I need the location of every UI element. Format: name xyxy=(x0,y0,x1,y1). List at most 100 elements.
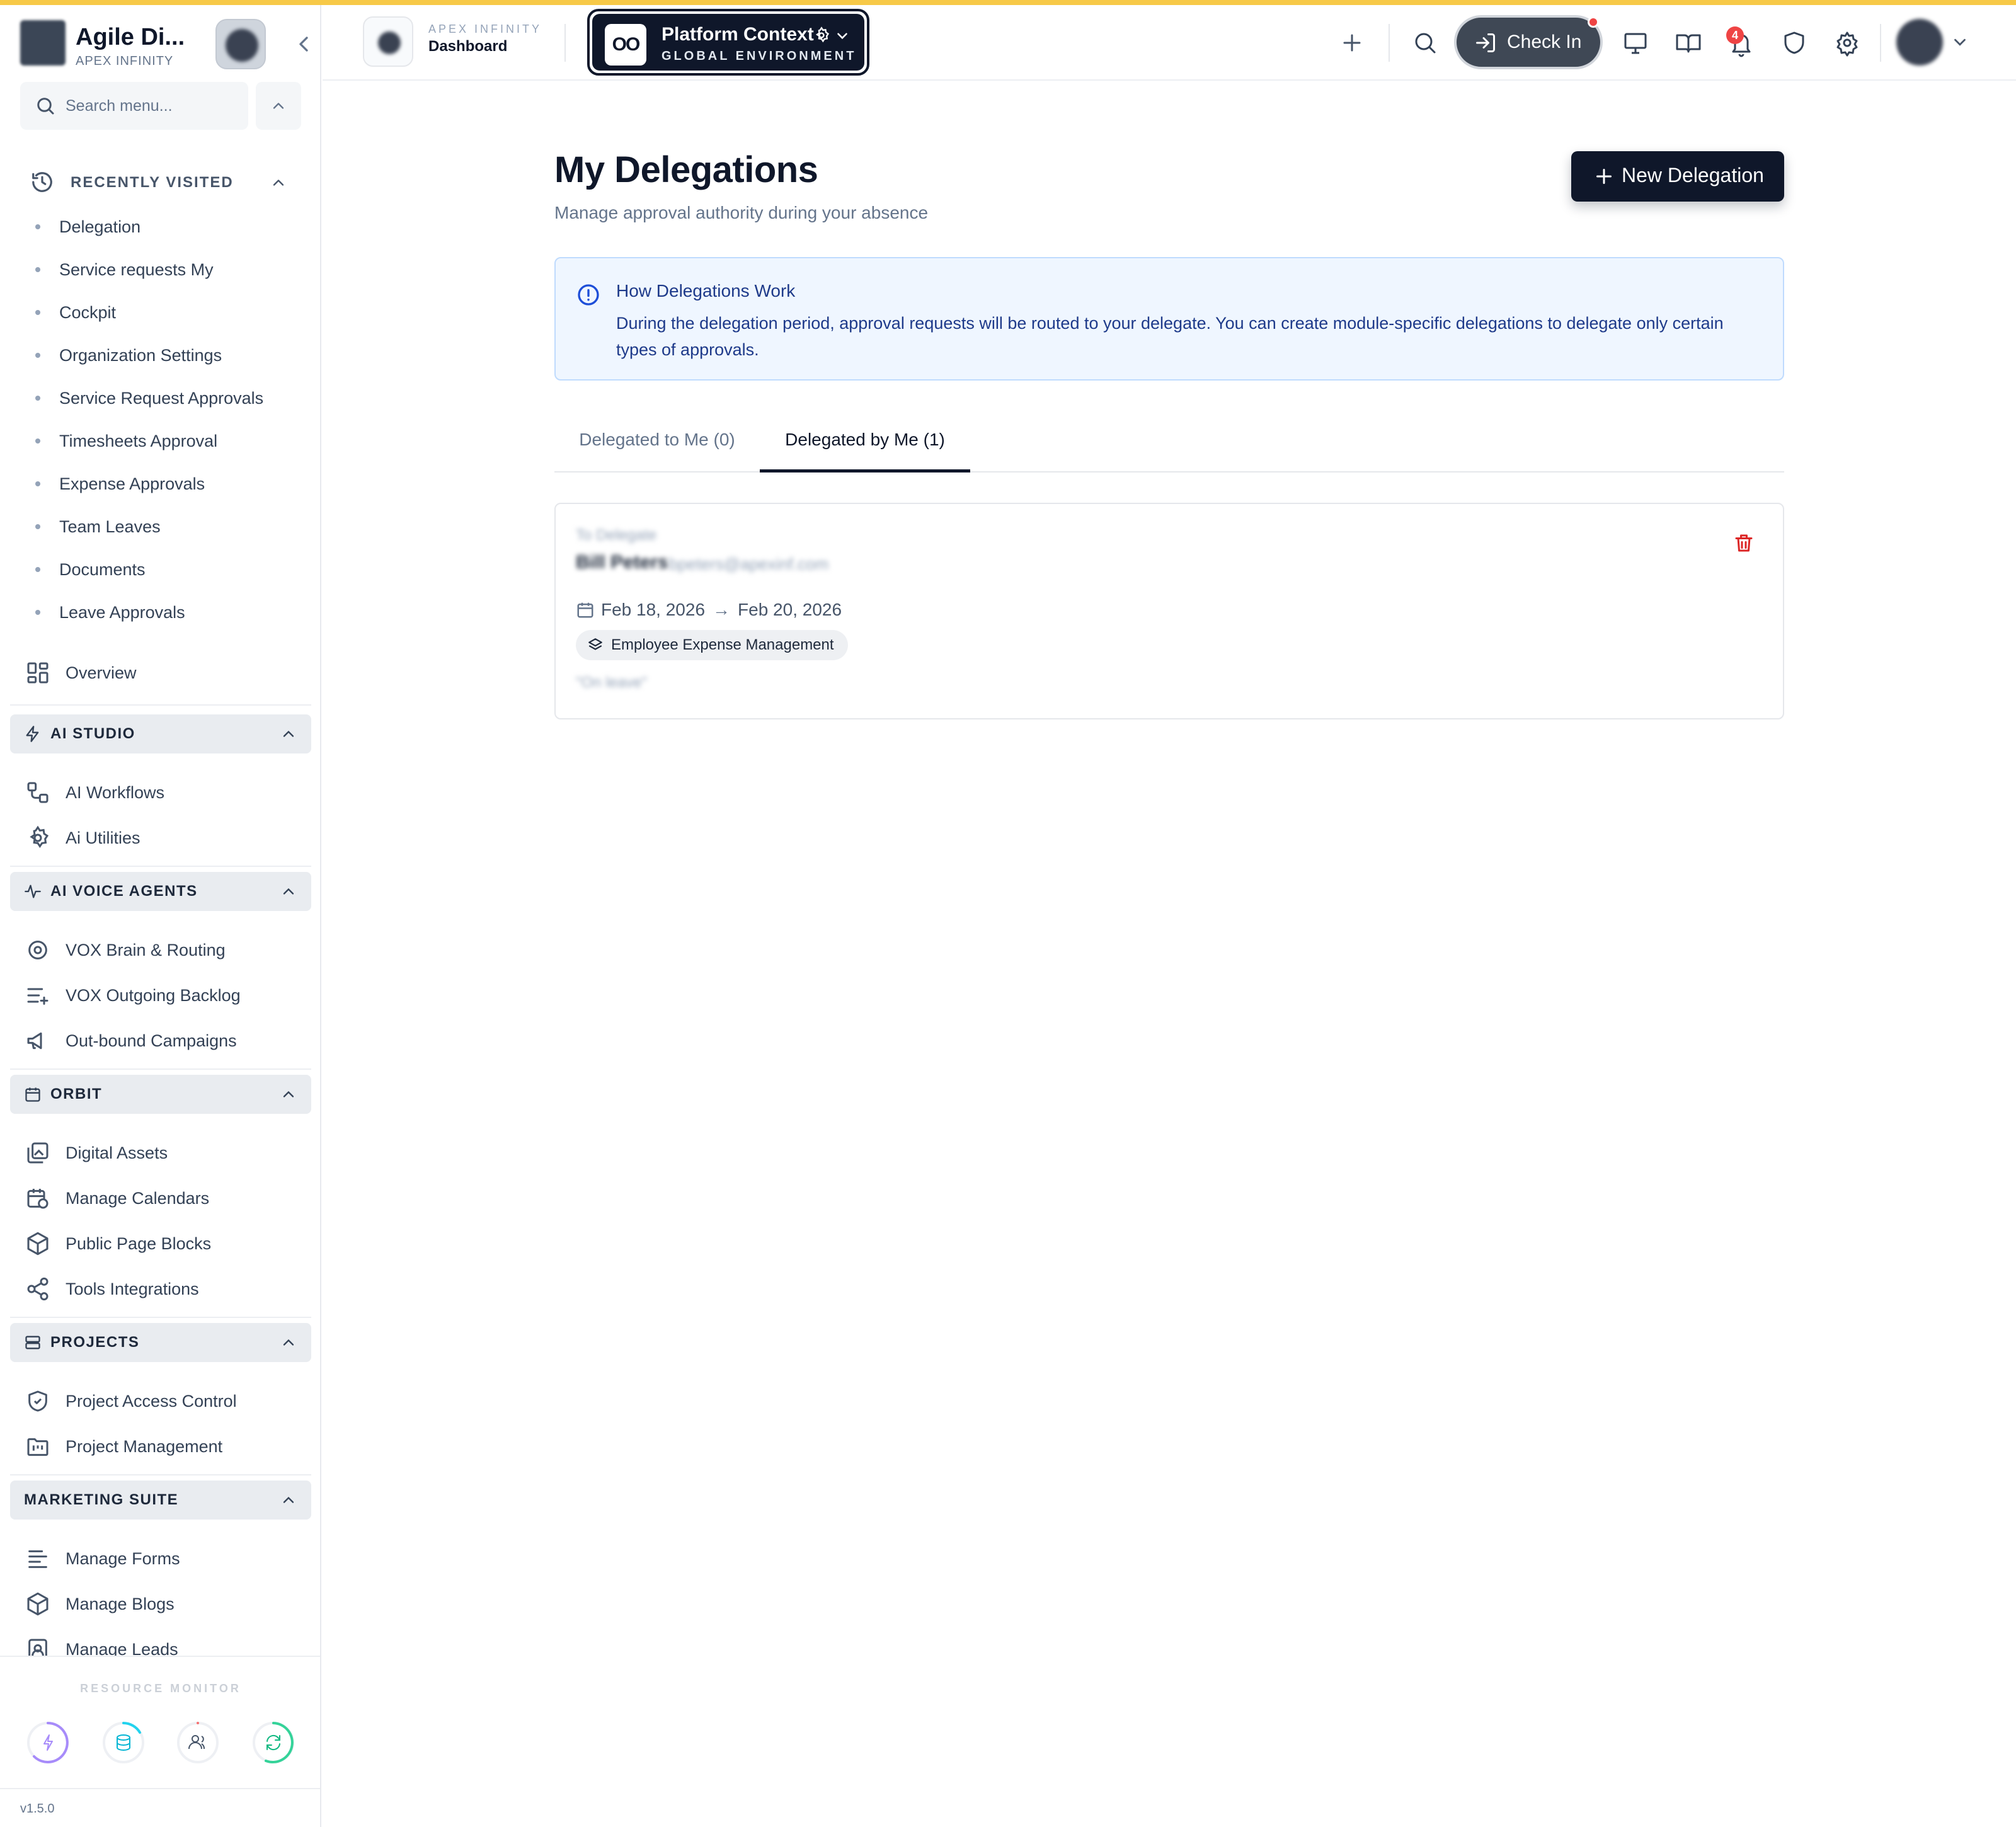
user-menu-toggle[interactable] xyxy=(1950,33,1969,52)
recent-item-label: Team Leaves xyxy=(59,517,161,536)
divider xyxy=(1389,24,1390,62)
calendar-icon xyxy=(576,600,595,619)
recent-item-label: Timesheets Approval xyxy=(59,431,218,450)
add-button[interactable] xyxy=(1333,24,1371,62)
display-button[interactable] xyxy=(1617,24,1654,62)
delegate-name: Bill Peters xyxy=(576,552,668,573)
section-ai-studio[interactable]: AI STUDIO xyxy=(10,714,311,753)
sync-gauge[interactable] xyxy=(251,1720,296,1765)
org-avatar[interactable] xyxy=(215,19,266,69)
recent-item-label: Service requests My xyxy=(59,260,214,279)
recent-item-expense-approvals[interactable]: Expense Approvals xyxy=(30,462,295,505)
monitor-icon xyxy=(1624,33,1647,54)
workspace-title[interactable]: Dashboard xyxy=(428,38,507,55)
docs-button[interactable] xyxy=(1670,24,1707,62)
delegation-note: "On leave" xyxy=(576,674,648,691)
sidebar-item-ai-utilities[interactable]: Ai Utilities xyxy=(25,818,302,858)
box-icon xyxy=(25,1231,50,1256)
brand[interactable]: Agile Di... APEX INFINITY xyxy=(20,16,310,69)
check-in-button[interactable]: Check In xyxy=(1454,15,1603,69)
recent-item-service-request-approvals[interactable]: Service Request Approvals xyxy=(30,377,295,420)
gear-icon xyxy=(813,26,830,44)
search-box xyxy=(20,82,248,130)
recent-item-leave-approvals[interactable]: Leave Approvals xyxy=(30,591,295,634)
global-search-button[interactable] xyxy=(1406,24,1444,62)
delete-delegation-button[interactable] xyxy=(1732,532,1755,554)
collapse-sidebar-button[interactable] xyxy=(291,32,316,57)
recent-item-organization-settings[interactable]: Organization Settings xyxy=(30,334,295,377)
chevron-up-icon xyxy=(280,1491,297,1509)
delegation-tabs: Delegated to Me (0) Delegated by Me (1) xyxy=(554,416,1784,472)
bullet xyxy=(35,224,40,229)
section-marketing-suite[interactable]: MARKETING SUITE xyxy=(10,1480,311,1520)
recent-item-timesheets-approval[interactable]: Timesheets Approval xyxy=(30,420,295,462)
menu-expand-toggle[interactable] xyxy=(256,82,301,130)
sidebar-item-manage-blogs[interactable]: Manage Blogs xyxy=(25,1584,302,1624)
sidebar-item-manage-calendars[interactable]: Manage Calendars xyxy=(25,1178,302,1218)
delegation-card: To Delegate Bill Peters bpeters@apexinf.… xyxy=(554,503,1784,719)
security-button[interactable] xyxy=(1775,24,1813,62)
sidebar-item-outbound-campaigns[interactable]: Out-bound Campaigns xyxy=(25,1021,302,1061)
recently-visited-list: Delegation Service requests My Cockpit O… xyxy=(30,205,295,634)
new-delegation-button[interactable]: New Delegation xyxy=(1571,151,1784,202)
sidebar-item-public-page-blocks[interactable]: Public Page Blocks xyxy=(25,1223,302,1264)
sidebar-item-vox-brain[interactable]: VOX Brain & Routing xyxy=(25,930,302,970)
section-label: AI STUDIO xyxy=(50,725,135,742)
context-sub: GLOBAL ENVIRONMENT xyxy=(662,49,857,63)
storage-gauge[interactable] xyxy=(101,1720,146,1765)
plus-icon xyxy=(1593,165,1615,188)
recent-item-cockpit[interactable]: Cockpit xyxy=(30,291,295,334)
user-avatar[interactable] xyxy=(1896,19,1943,66)
recently-visited-header[interactable]: RECENTLY VISITED xyxy=(30,168,295,198)
recent-item-documents[interactable]: Documents xyxy=(30,548,295,591)
bullet xyxy=(35,481,40,486)
recent-item-label: Leave Approvals xyxy=(59,602,185,622)
section-label: AI VOICE AGENTS xyxy=(50,883,198,900)
sidebar-item-project-access-control[interactable]: Project Access Control xyxy=(25,1381,302,1421)
recent-item-service-requests-my[interactable]: Service requests My xyxy=(30,248,295,291)
sidebar-item-tools-integrations[interactable]: Tools Integrations xyxy=(25,1269,302,1309)
divider xyxy=(10,1317,311,1318)
recent-item-delegation[interactable]: Delegation xyxy=(30,205,295,248)
workspace-logo[interactable] xyxy=(363,16,413,67)
activity-icon xyxy=(24,883,42,900)
layers-icon xyxy=(587,637,604,653)
divider xyxy=(10,866,311,867)
users-gauge[interactable] xyxy=(175,1720,220,1765)
new-delegation-label: New Delegation xyxy=(1622,164,1764,186)
sidebar-item-manage-forms[interactable]: Manage Forms xyxy=(25,1538,302,1579)
users-icon xyxy=(177,1722,219,1763)
section-ai-voice-agents[interactable]: AI VOICE AGENTS xyxy=(10,872,311,911)
sidebar-item-label: Manage Forms xyxy=(66,1549,180,1568)
chevron-up-icon xyxy=(280,1334,297,1351)
app-version: v1.5.0 xyxy=(20,1802,55,1816)
sidebar-item-label: VOX Outgoing Backlog xyxy=(66,985,241,1005)
recent-item-team-leaves[interactable]: Team Leaves xyxy=(30,505,295,548)
recent-item-label: Delegation xyxy=(59,217,141,236)
section-orbit[interactable]: ORBIT xyxy=(10,1075,311,1114)
settings-button[interactable] xyxy=(1828,24,1866,62)
sidebar-item-ai-workflows[interactable]: AI Workflows xyxy=(25,772,302,813)
chevron-up-icon xyxy=(280,883,297,900)
sidebar-item-vox-backlog[interactable]: VOX Outgoing Backlog xyxy=(25,975,302,1016)
sidebar-item-digital-assets[interactable]: Digital Assets xyxy=(25,1133,302,1173)
sidebar-item-overview[interactable]: Overview xyxy=(25,653,302,693)
delegation-dates: Feb 18, 2026 → Feb 20, 2026 xyxy=(576,597,842,622)
gear-icon xyxy=(1836,32,1858,57)
page-title: My Delegations xyxy=(554,149,818,190)
section-projects[interactable]: PROJECTS xyxy=(10,1323,311,1362)
platform-context-switcher[interactable]: OO Platform Context GLOBAL ENVIRONMENT xyxy=(587,9,869,76)
cog-icon xyxy=(25,937,50,963)
grid-icon xyxy=(25,660,50,685)
sidebar-item-project-management[interactable]: Project Management xyxy=(25,1426,302,1467)
cpu-gauge[interactable] xyxy=(25,1720,71,1765)
chevron-up-icon xyxy=(273,103,284,109)
search-icon xyxy=(34,94,57,117)
list-plus-icon xyxy=(25,983,50,1008)
bullet xyxy=(35,396,40,401)
tab-delegated-by-me[interactable]: Delegated by Me (1) xyxy=(760,416,970,472)
search-input[interactable] xyxy=(66,82,242,130)
sidebar-item-label: Ai Utilities xyxy=(66,828,140,847)
tab-delegated-to-me[interactable]: Delegated to Me (0) xyxy=(554,416,760,472)
resource-monitor: RESOURCE MONITOR xyxy=(0,1656,320,1794)
